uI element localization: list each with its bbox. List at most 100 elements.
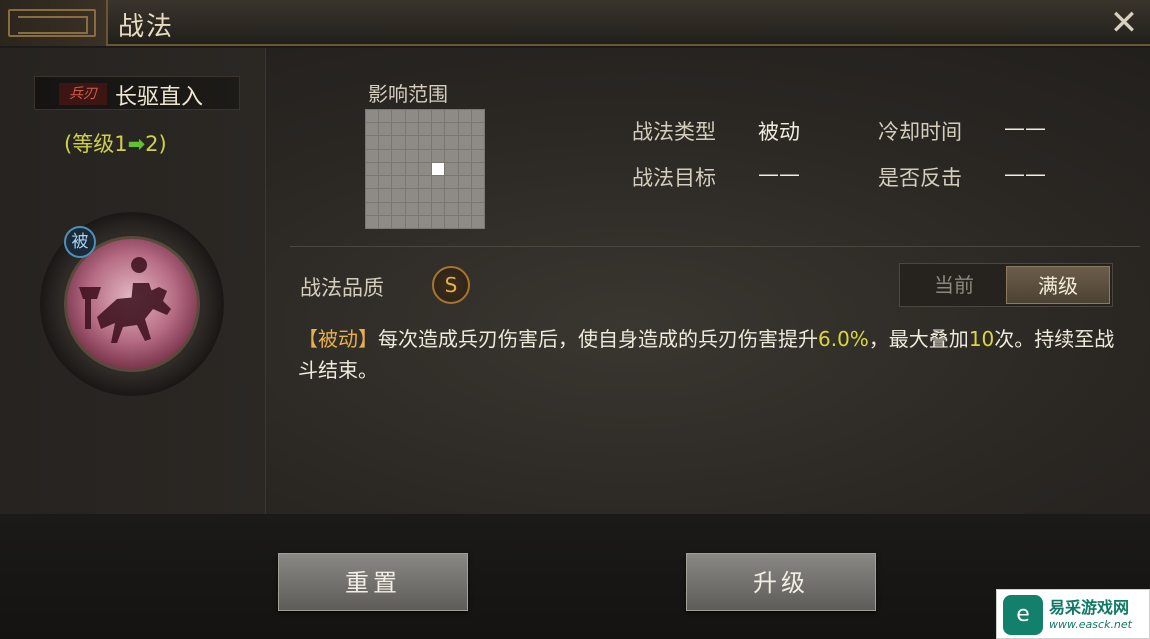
reset-button[interactable]: 重置 — [278, 553, 468, 611]
range-cell — [432, 202, 445, 215]
level-to: 2) — [145, 132, 167, 156]
description-highlight-2: 10 — [968, 327, 995, 351]
range-cell — [366, 215, 379, 228]
cooldown-label: 冷却时间 — [878, 120, 962, 144]
range-cell — [366, 189, 379, 202]
weapon-type-tag: 兵刃 — [59, 83, 107, 105]
quality-grade-badge: S — [432, 266, 470, 304]
range-cell — [471, 215, 484, 228]
watermark-name: 易采游戏网 — [1049, 598, 1130, 617]
range-cell — [379, 123, 392, 136]
skill-name: 长驱直入 — [115, 85, 204, 110]
skill-type-label: 战法类型 — [632, 120, 716, 144]
tab-current[interactable]: 当前 — [902, 266, 1006, 304]
range-cell — [405, 162, 418, 176]
range-cell — [392, 189, 405, 202]
tab-max-level[interactable]: 满级 — [1006, 266, 1110, 304]
level-from: (等级1 — [64, 132, 128, 156]
range-cell — [418, 136, 432, 149]
range-cell — [471, 176, 484, 189]
range-cell — [432, 215, 445, 228]
close-icon[interactable]: ✕ — [1106, 4, 1142, 42]
range-cell — [445, 123, 458, 136]
range-cell — [418, 149, 432, 162]
page-title: 战法 — [118, 12, 175, 42]
range-cell — [445, 149, 458, 162]
range-cell — [445, 189, 458, 202]
range-cell — [418, 176, 432, 189]
range-cell — [471, 162, 484, 176]
skill-summary-panel: 兵刃 长驱直入 (等级1➡2) 被 — [0, 48, 266, 514]
counter-label: 是否反击 — [878, 166, 962, 190]
range-cell — [458, 202, 471, 215]
range-cell — [405, 215, 418, 228]
range-cell — [418, 123, 432, 136]
level-arrow-icon: ➡ — [127, 132, 146, 156]
range-cell — [379, 110, 392, 123]
range-cell — [432, 136, 445, 149]
range-cell-active — [432, 162, 445, 176]
range-cell — [379, 215, 392, 228]
range-cell — [405, 202, 418, 215]
range-cell — [366, 162, 379, 176]
skill-name-box: 兵刃 长驱直入 — [34, 76, 240, 110]
range-cell — [458, 176, 471, 189]
level-change: (等级1➡2) — [64, 128, 167, 158]
range-cell — [432, 110, 445, 123]
range-cell — [392, 162, 405, 176]
range-cell — [379, 189, 392, 202]
range-cell — [418, 110, 432, 123]
range-cell — [379, 149, 392, 162]
range-cell — [379, 162, 392, 176]
range-label: 影响范围 — [368, 82, 448, 106]
range-cell — [392, 123, 405, 136]
range-cell — [405, 149, 418, 162]
range-cell — [458, 162, 471, 176]
watermark-url: www.easck.net — [1049, 618, 1132, 631]
main-panel: 兵刃 长驱直入 (等级1➡2) 被 影响范围 战法类型 被动 冷却时间 —— 战… — [0, 48, 1150, 514]
range-cell — [458, 215, 471, 228]
fret-ornament-icon — [8, 9, 96, 37]
range-cell — [445, 136, 458, 149]
range-cell — [445, 110, 458, 123]
watermark: e 易采游戏网 www.easck.net — [996, 589, 1150, 639]
range-cell — [366, 123, 379, 136]
range-cell — [418, 189, 432, 202]
rider-illustration — [79, 257, 171, 343]
range-cell — [418, 202, 432, 215]
counter-value: —— — [1004, 162, 1046, 186]
bottom-bar: 重置 升级 — [0, 514, 1150, 639]
range-cell — [379, 136, 392, 149]
upgrade-button[interactable]: 升级 — [686, 553, 876, 611]
range-cell — [405, 136, 418, 149]
range-cell — [379, 176, 392, 189]
range-cell — [392, 176, 405, 189]
range-cell — [392, 215, 405, 228]
range-cell — [458, 110, 471, 123]
passive-badge: 被 — [64, 226, 96, 258]
level-toggle: 当前 满级 — [899, 263, 1113, 307]
range-cell — [405, 123, 418, 136]
range-cell — [366, 176, 379, 189]
range-cell — [471, 123, 484, 136]
range-cell — [445, 176, 458, 189]
title-ornament — [0, 0, 108, 46]
range-cell — [366, 149, 379, 162]
description-tag: 【被动】 — [298, 327, 378, 351]
cooldown-value: —— — [1004, 116, 1046, 140]
range-cell — [405, 176, 418, 189]
range-cell — [392, 136, 405, 149]
range-cell — [405, 189, 418, 202]
range-cell — [458, 189, 471, 202]
range-cell — [432, 149, 445, 162]
range-cell — [379, 202, 392, 215]
watermark-logo-icon: e — [1003, 595, 1043, 635]
quality-label: 战法品质 — [300, 276, 384, 300]
skill-type-value: 被动 — [758, 120, 800, 144]
divider — [290, 246, 1140, 247]
range-cell — [418, 162, 432, 176]
range-cell — [445, 202, 458, 215]
skill-target-label: 战法目标 — [632, 166, 716, 190]
range-cell — [405, 110, 418, 123]
range-cell — [432, 123, 445, 136]
